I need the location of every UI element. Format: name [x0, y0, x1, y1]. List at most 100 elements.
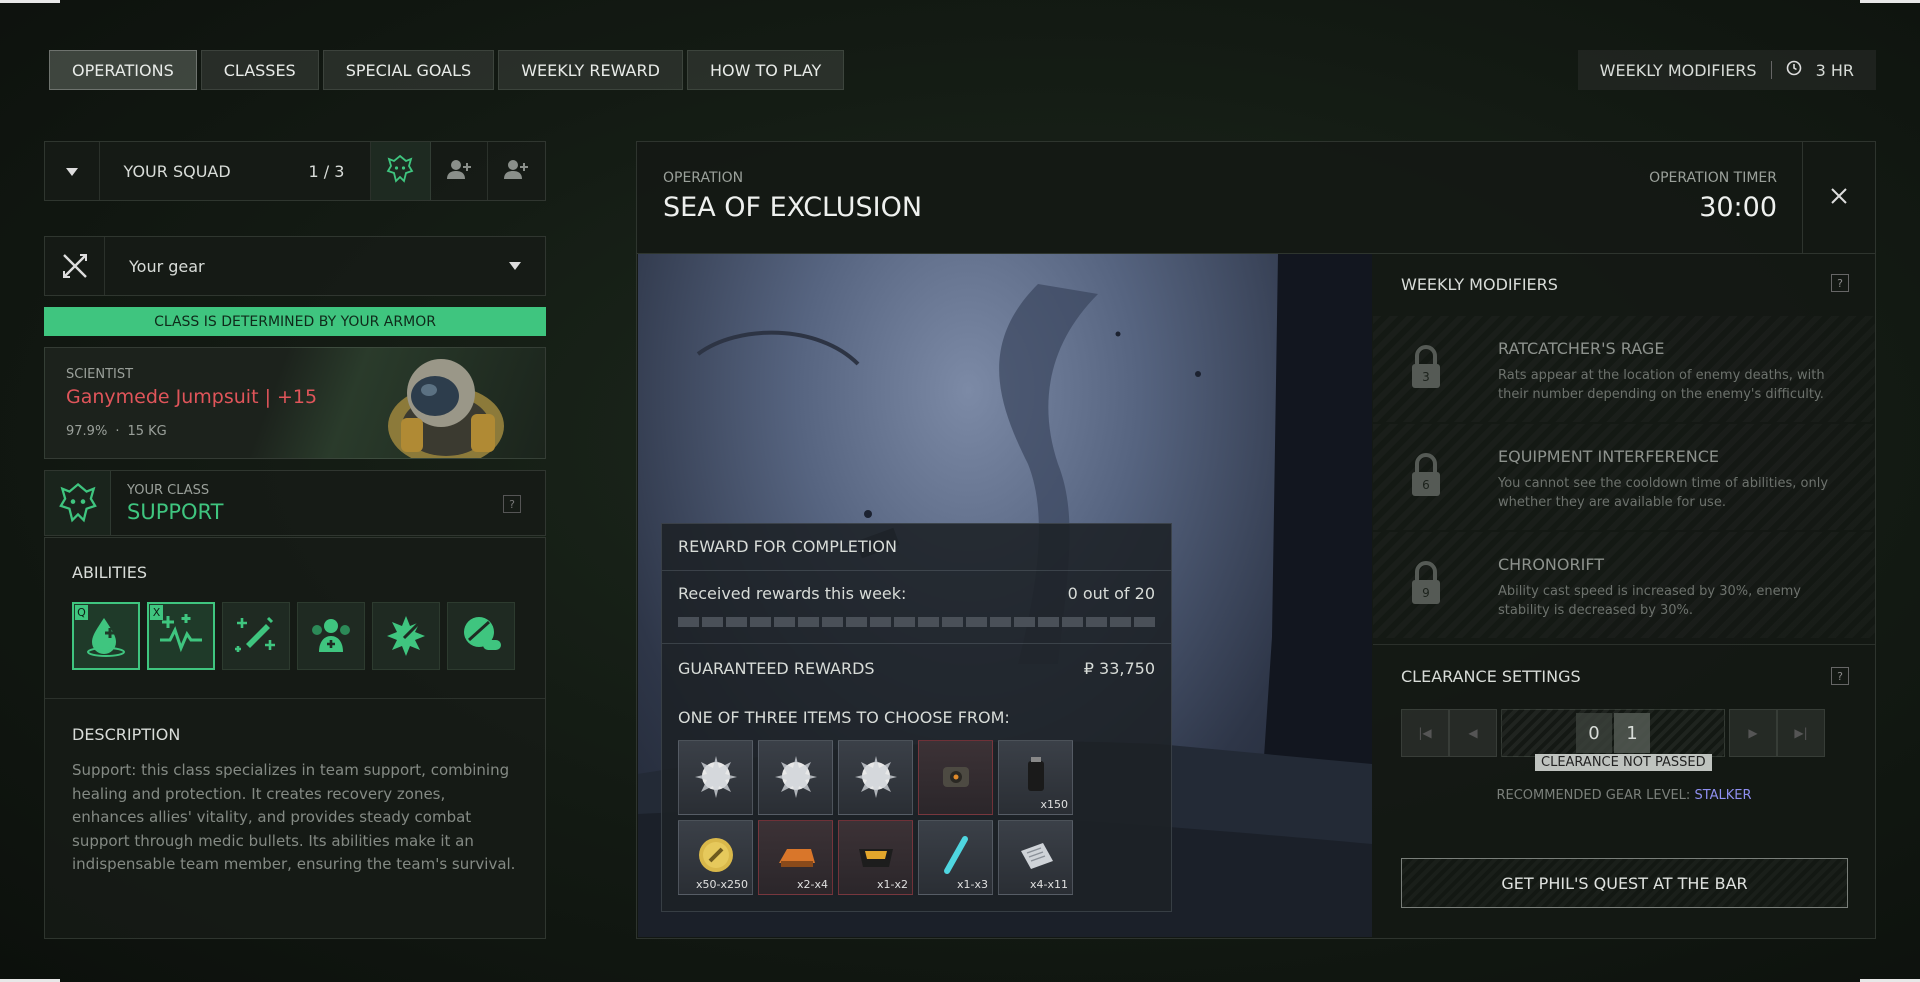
received-label: Received rewards this week:	[678, 584, 907, 603]
help-button[interactable]: ?	[1831, 667, 1849, 685]
gear-label: Your gear	[129, 256, 205, 276]
recommended-gear-label: RECOMMENDED GEAR LEVEL:	[1496, 788, 1691, 803]
tab-how-to-play[interactable]: HOW TO PLAY	[686, 50, 845, 90]
battery-icon	[1013, 753, 1059, 803]
armor-card[interactable]: SCIENTIST Ganymede Jumpsuit | +15 97.9% ·…	[44, 347, 546, 459]
item-quantity: x150	[1040, 798, 1068, 811]
tab-classes[interactable]: CLASSES	[200, 50, 319, 90]
reward-item[interactable]: x4-x11	[998, 820, 1073, 895]
weekly-modifiers-label: WEEKLY MODIFIERS	[1599, 60, 1757, 80]
reward-item[interactable]: x1-x2	[838, 820, 913, 895]
lock-icon: 6	[1406, 450, 1446, 500]
ability-team-boost[interactable]	[297, 602, 365, 670]
ability-vitality[interactable]: X	[147, 602, 215, 670]
description-title: DESCRIPTION	[72, 725, 181, 744]
reward-item[interactable]	[918, 740, 993, 815]
heartbeat-plus-icon	[156, 610, 206, 662]
help-button[interactable]: ?	[1831, 274, 1849, 292]
skip-back-icon: |◀	[1418, 726, 1432, 740]
reward-item[interactable]	[678, 740, 753, 815]
operation-timer: 30:00	[1699, 192, 1777, 223]
raptor-class-icon	[45, 471, 111, 535]
group-plus-icon	[307, 610, 355, 662]
armor-plate-icon	[853, 833, 899, 883]
weekly-progress-bar	[678, 617, 1155, 627]
invite-player-button[interactable]	[431, 142, 488, 200]
modifier-item: 9 CHRONORIFT Ability cast speed is incre…	[1373, 532, 1875, 638]
gear-dropdown[interactable]: Your gear	[44, 236, 546, 296]
device-icon	[933, 753, 979, 803]
progress-segment	[846, 617, 867, 627]
glow-stick-icon	[933, 833, 979, 883]
time-remaining: 3 HR	[1815, 60, 1854, 80]
syringe-plus-icon	[232, 610, 280, 662]
frame-corner	[1860, 0, 1920, 3]
item-quantity: x2-x4	[797, 878, 828, 891]
reward-item[interactable]: x150	[998, 740, 1073, 815]
modifier-item: 6 EQUIPMENT INTERFERENCE You cannot see …	[1373, 424, 1875, 530]
first-page-button[interactable]: |◀	[1401, 709, 1449, 757]
progress-segment	[870, 617, 891, 627]
modifier-item: 3 RATCATCHER'S RAGE Rats appear at the l…	[1373, 316, 1875, 422]
guaranteed-label: GUARANTEED REWARDS	[678, 659, 875, 678]
weekly-modifiers-panel: WEEKLY MODIFIERS ? 3 RATCATCHER'S RAGE R…	[1373, 254, 1875, 938]
reward-item[interactable]: x1-x3	[918, 820, 993, 895]
armor-durability: 97.9%	[66, 424, 108, 439]
your-class-value: SUPPORT	[127, 499, 224, 524]
help-button[interactable]: ?	[503, 495, 521, 513]
burst-syringe-icon	[382, 610, 430, 662]
reward-panel: REWARD FOR COMPLETION Received rewards t…	[661, 523, 1172, 912]
document-icon	[1013, 833, 1059, 883]
item-quantity: x1-x3	[957, 878, 988, 891]
lock-level: 9	[1422, 586, 1430, 600]
divider	[1770, 61, 1772, 79]
raptor-class-icon	[386, 154, 414, 188]
received-value: 0 out of 20	[1067, 584, 1155, 603]
invite-player-button[interactable]	[488, 142, 545, 200]
ability-healing-zone[interactable]: Q	[72, 602, 140, 670]
squad-label: YOUR SQUAD	[123, 161, 231, 181]
progress-segment	[822, 617, 843, 627]
squad-collapse-button[interactable]	[45, 142, 100, 200]
crossed-rifles-icon	[45, 237, 105, 295]
clock-icon	[1786, 60, 1802, 80]
close-button[interactable]	[1802, 142, 1875, 253]
modifiers-title: WEEKLY MODIFIERS	[1401, 275, 1558, 294]
skip-forward-icon: ▶|	[1794, 726, 1808, 740]
next-button[interactable]: ▶	[1729, 709, 1777, 757]
progress-segment	[750, 617, 771, 627]
recommended-gear-value: STALKER	[1694, 788, 1752, 803]
triangle-down-icon	[65, 162, 79, 181]
tab-weekly-reward[interactable]: WEEKLY REWARD	[498, 50, 683, 90]
triangle-down-icon	[485, 261, 545, 271]
armor-image	[371, 348, 521, 458]
last-page-button[interactable]: ▶|	[1777, 709, 1825, 757]
reward-item[interactable]	[758, 740, 833, 815]
reward-item[interactable]: x50-x250	[678, 820, 753, 895]
reward-item[interactable]: x2-x4	[758, 820, 833, 895]
lock-level: 3	[1422, 370, 1430, 384]
clearance-status-tooltip: CLEARANCE NOT PASSED	[1535, 754, 1712, 771]
your-class-label: YOUR CLASS	[127, 482, 210, 498]
ability-medic-syringe[interactable]	[222, 602, 290, 670]
progress-segment	[966, 617, 987, 627]
armor-weight: 15 KG	[127, 424, 167, 439]
get-quest-button[interactable]: GET PHIL'S QUEST AT THE BAR	[1401, 858, 1848, 908]
weekly-modifiers-timer[interactable]: WEEKLY MODIFIERS 3 HR	[1577, 50, 1876, 90]
prev-button[interactable]: ◀	[1449, 709, 1497, 757]
tab-operations[interactable]: OPERATIONS	[49, 50, 197, 90]
progress-segment	[990, 617, 1011, 627]
progress-segment	[894, 617, 915, 627]
progress-segment	[702, 617, 723, 627]
squad-member-avatar[interactable]	[370, 142, 431, 200]
guaranteed-value: ₽ 33,750	[1083, 659, 1155, 678]
modifier-name: RATCATCHER'S RAGE	[1498, 339, 1665, 358]
ability-burst-shot[interactable]	[372, 602, 440, 670]
ability-medic-bullets[interactable]	[447, 602, 515, 670]
tab-special-goals[interactable]: SPECIAL GOALS	[322, 50, 495, 90]
pill-icon	[457, 610, 505, 662]
frame-corner	[0, 0, 60, 3]
spark-artifact-icon	[853, 753, 899, 803]
reward-item[interactable]	[838, 740, 913, 815]
your-class-panel: YOUR CLASS SUPPORT ?	[44, 470, 546, 536]
